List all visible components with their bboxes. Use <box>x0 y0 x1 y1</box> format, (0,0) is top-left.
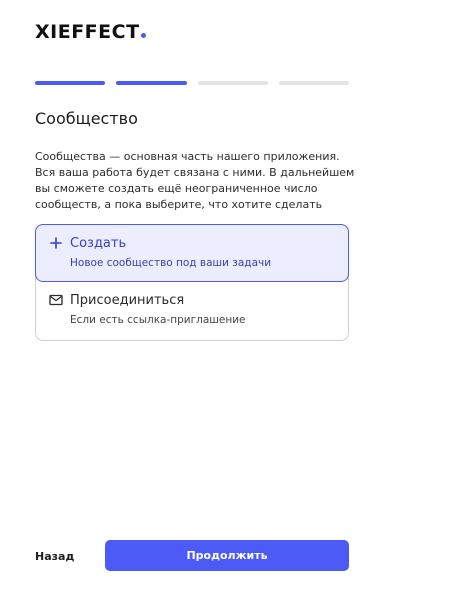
logo-dot <box>140 33 146 38</box>
continue-button[interactable]: Продолжить <box>105 540 349 571</box>
page-title: Сообщество <box>35 109 138 128</box>
community-options: Создать Новое сообщество под ваши задачи… <box>35 224 349 341</box>
step-3-indicator <box>197 81 268 85</box>
option-join-subtitle: Если есть ссылка-приглашение <box>70 314 246 326</box>
mail-icon <box>48 292 64 308</box>
plus-icon <box>48 235 64 251</box>
option-create-label: Создать <box>70 235 127 251</box>
logo-text: XIEFFECT <box>35 21 140 43</box>
option-join-label: Присоединиться <box>70 292 185 308</box>
back-button[interactable]: Назад <box>35 541 91 571</box>
page-description: Сообщества — основная часть нашего прило… <box>35 150 355 211</box>
step-2-indicator <box>116 81 187 85</box>
step-4-indicator <box>278 81 349 85</box>
option-join[interactable]: Присоединиться Если есть ссылка-приглаше… <box>36 282 348 340</box>
option-create-subtitle: Новое сообщество под ваши задачи <box>70 257 272 269</box>
progress-stepper <box>35 81 349 85</box>
app-logo: XIEFFECT <box>35 21 146 43</box>
option-create[interactable]: Создать Новое сообщество под ваши задачи <box>35 224 349 282</box>
step-1-indicator <box>35 81 106 85</box>
